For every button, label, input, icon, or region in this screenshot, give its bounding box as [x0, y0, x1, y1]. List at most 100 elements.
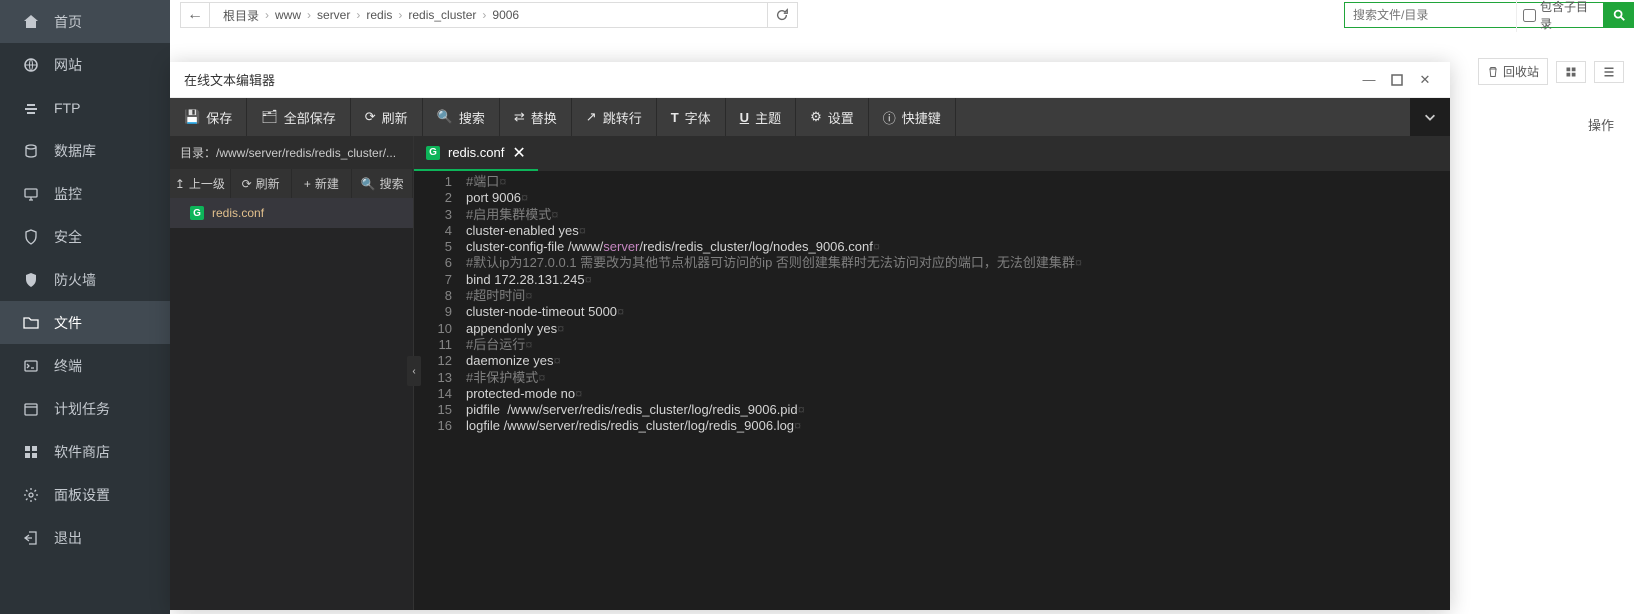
save-all-icon: 🗂 [261, 109, 278, 125]
file-list: G redis.conf [170, 198, 413, 610]
tool-search[interactable]: 🔍搜索 [423, 98, 500, 136]
sidebar-label: 数据库 [54, 141, 96, 161]
sidebar-label: 计划任务 [54, 399, 110, 419]
sidebar-item-database[interactable]: 数据库 [0, 129, 170, 172]
file-toolbar: ↥上一级 ⟳刷新 +新建 🔍搜索 [170, 169, 413, 198]
file-tool-search[interactable]: 🔍搜索 [352, 169, 413, 198]
include-subdirs-checkbox[interactable]: 包含子目录 [1516, 0, 1603, 32]
sidebar-label: 终端 [54, 356, 82, 376]
breadcrumb[interactable]: 根目录› www› server› redis› redis_cluster› … [210, 2, 768, 28]
sidebar-item-settings[interactable]: 面板设置 [0, 473, 170, 516]
tool-settings[interactable]: ⚙设置 [796, 98, 869, 136]
calendar-icon [22, 400, 40, 418]
exit-icon [22, 529, 40, 547]
code-content[interactable]: 12345678910111213141516 #端口¤port 9006¤#启… [414, 172, 1450, 610]
close-button[interactable]: ✕ [1414, 69, 1436, 91]
code-lines[interactable]: #端口¤port 9006¤#启用集群模式¤cluster-enabled ye… [460, 172, 1450, 610]
toolbar-collapse-button[interactable] [1410, 98, 1450, 136]
goto-icon: ↗ [586, 109, 597, 125]
sidebar-item-security[interactable]: 安全 [0, 215, 170, 258]
search-icon [1612, 8, 1626, 22]
sidebar-label: 网站 [54, 55, 82, 75]
file-path-label: 目录：/www/server/redis/redis_cluster/... [170, 136, 413, 169]
file-panel: 目录：/www/server/redis/redis_cluster/... ↥… [170, 136, 414, 610]
sidebar-item-files[interactable]: 文件 [0, 301, 170, 344]
refresh-button[interactable] [768, 2, 798, 28]
database-icon [22, 142, 40, 160]
editor-modal: 在线文本编辑器 — ✕ 💾保存 🗂全部保存 ⟳刷新 🔍搜索 ⇄替换 ↗跳转行 T… [170, 62, 1450, 610]
config-file-icon: G [426, 146, 440, 160]
tool-replace[interactable]: ⇄替换 [500, 98, 572, 136]
sidebar-label: 防火墙 [54, 270, 96, 290]
maximize-button[interactable] [1386, 69, 1408, 91]
crumb[interactable]: redis_cluster [408, 8, 476, 22]
editor-titlebar[interactable]: 在线文本编辑器 — ✕ [170, 62, 1450, 98]
sidebar-item-exit[interactable]: 退出 [0, 516, 170, 559]
sidebar-item-terminal[interactable]: 终端 [0, 344, 170, 387]
include-subdirs-input[interactable] [1523, 9, 1536, 22]
monitor-icon [22, 185, 40, 203]
crumb[interactable]: 根目录 [223, 7, 259, 24]
sidebar-item-store[interactable]: 软件商店 [0, 430, 170, 473]
font-icon: T [671, 110, 679, 125]
tool-save-all[interactable]: 🗂全部保存 [247, 98, 351, 136]
list-view-button[interactable] [1594, 61, 1624, 83]
file-tool-new[interactable]: +新建 [292, 169, 353, 198]
sidebar-item-ftp[interactable]: FTP [0, 86, 170, 129]
save-icon: 💾 [184, 109, 200, 125]
gear-icon: ⚙ [810, 109, 822, 125]
sidebar-item-firewall[interactable]: 防火墙 [0, 258, 170, 301]
globe-icon [22, 56, 40, 74]
info-icon: ⓘ [883, 108, 896, 127]
panel-collapse-button[interactable]: ‹ [407, 356, 421, 386]
sidebar-item-monitor[interactable]: 监控 [0, 172, 170, 215]
tool-goto-line[interactable]: ↗跳转行 [572, 98, 657, 136]
tool-font[interactable]: T字体 [657, 98, 726, 136]
sidebar-label: 安全 [54, 227, 82, 247]
file-item[interactable]: G redis.conf [170, 198, 413, 228]
sidebar-item-site[interactable]: 网站 [0, 43, 170, 86]
tool-save[interactable]: 💾保存 [170, 98, 247, 136]
ftp-icon [22, 99, 40, 117]
tool-refresh[interactable]: ⟳刷新 [351, 98, 423, 136]
sidebar: 首页 网站 FTP 数据库 监控 安全 防火墙 文件 终端 计划任务 软件商店 [0, 0, 170, 614]
refresh-icon [775, 8, 789, 22]
nav-back-button[interactable]: ← [180, 2, 210, 28]
crumb[interactable]: 9006 [492, 8, 519, 22]
ops-column-header: 操作 [1588, 115, 1614, 134]
folder-icon [22, 314, 40, 332]
tool-shortcuts[interactable]: ⓘ快捷键 [869, 98, 956, 136]
tool-theme[interactable]: U主题 [726, 98, 796, 136]
gutter: 12345678910111213141516 [414, 172, 460, 610]
tab-label: redis.conf [448, 145, 504, 160]
crumb[interactable]: www [275, 8, 301, 22]
right-actions: 回收站 [1478, 58, 1624, 85]
search-button[interactable] [1604, 2, 1634, 28]
crumb[interactable]: server [317, 8, 350, 22]
file-tool-refresh[interactable]: ⟳刷新 [231, 169, 292, 198]
crumb[interactable]: redis [366, 8, 392, 22]
file-tool-up[interactable]: ↥上一级 [170, 169, 231, 198]
sidebar-label: 退出 [54, 528, 82, 548]
refresh-icon: ⟳ [242, 177, 252, 191]
sidebar-label: 软件商店 [54, 442, 110, 462]
sidebar-item-cron[interactable]: 计划任务 [0, 387, 170, 430]
topbar: ← 根目录› www› server› redis› redis_cluster… [170, 0, 1634, 30]
tab-close-button[interactable]: ✕ [512, 143, 525, 163]
sidebar-label: 监控 [54, 184, 82, 204]
search-input[interactable] [1345, 8, 1516, 22]
editor-title: 在线文本编辑器 [184, 70, 275, 89]
editor-toolbar: 💾保存 🗂全部保存 ⟳刷新 🔍搜索 ⇄替换 ↗跳转行 T字体 U主题 ⚙设置 ⓘ… [170, 98, 1450, 136]
sidebar-item-home[interactable]: 首页 [0, 0, 170, 43]
trash-icon [1487, 66, 1499, 78]
replace-icon: ⇄ [514, 109, 525, 125]
apps-icon [22, 443, 40, 461]
search-icon: 🔍 [437, 109, 453, 125]
editor-tab[interactable]: G redis.conf ✕ [414, 136, 538, 171]
up-icon: ↥ [175, 177, 185, 191]
file-name: redis.conf [212, 206, 264, 220]
minimize-button[interactable]: — [1358, 69, 1380, 91]
grid-view-button[interactable] [1556, 61, 1586, 83]
list-icon [1603, 66, 1615, 78]
recycle-bin-button[interactable]: 回收站 [1478, 58, 1548, 85]
